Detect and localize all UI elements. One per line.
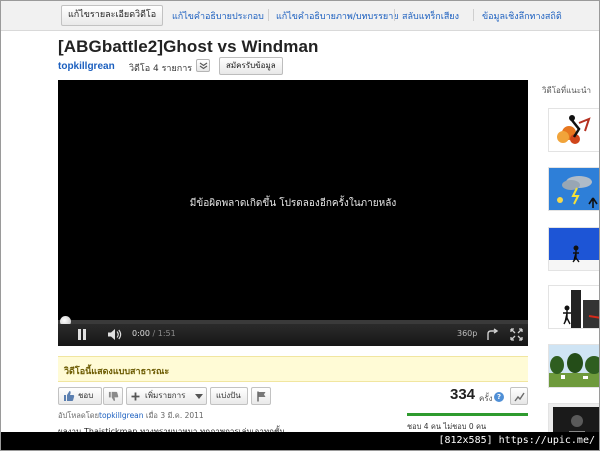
storm-scene-image (549, 168, 599, 210)
related-video-thumbnail[interactable] (548, 344, 599, 388)
related-video-thumbnail[interactable] (548, 285, 599, 329)
uploaded-by-prefix: อัปโหลดโดย (58, 411, 99, 420)
edit-captions-link[interactable]: แก้ไขคำอธิบายภาพ/บทบรรยาย (276, 9, 399, 23)
thumbs-up-icon (64, 391, 75, 401)
pause-icon[interactable] (76, 328, 88, 341)
view-count: 334 (450, 386, 476, 403)
toolbar-divider (268, 9, 269, 21)
recommended-heading: วิดีโอที่แนะนำ (542, 86, 591, 95)
share-button[interactable]: แบ่งปัน (210, 387, 248, 405)
stats-button[interactable] (510, 387, 528, 405)
view-unit: ครั้ง (479, 394, 493, 403)
related-video-thumbnail[interactable] (548, 167, 599, 211)
expand-videos-button[interactable] (196, 59, 210, 72)
thumbs-down-icon (108, 391, 119, 402)
chevron-down-icon (199, 62, 208, 70)
image-host-text: [812x585] https://upic.me/ (438, 435, 595, 446)
plus-icon (131, 392, 140, 401)
upload-info: อัปโหลดโดยtopkillgrean เมื่อ 3 มี.ค. 201… (58, 410, 204, 422)
insight-link[interactable]: ข้อมูลเชิงลึกทางสถิติ (482, 9, 562, 23)
fire-scene-image (549, 109, 599, 151)
flag-button[interactable] (251, 387, 271, 405)
add-to-label: เพิ่มรายการ (145, 391, 186, 400)
player-error-message: มีข้อผิดพลาดเกิดขึ้น โปรดลองอีกครั้งในภา… (189, 198, 397, 209)
add-to-button[interactable]: เพิ่มรายการ (126, 387, 207, 405)
stickman-blue-image (549, 228, 599, 270)
time-display: 0:00 / 1:51 (132, 329, 176, 338)
uploader-link[interactable]: topkillgrean (99, 411, 144, 420)
stickman-fight-image (549, 286, 599, 328)
like-button[interactable]: ชอบ (58, 387, 102, 405)
duration: / 1:51 (152, 329, 176, 338)
channel-link[interactable]: topkillgrean (58, 61, 115, 72)
toolbar-divider (394, 9, 395, 21)
audio-swap-link[interactable]: สลับแทร็กเสียง (402, 9, 459, 23)
current-time: 0:00 (132, 329, 150, 338)
share-label: แบ่งปัน (216, 391, 241, 400)
page-frame: แก้ไขรายละเอียดวิดีโอ แก้ไขคำอธิบายประกอ… (0, 0, 600, 451)
like-ratio-bar (407, 413, 528, 416)
visibility-banner: วิดีโอนี้แสดงแบบสาธารณะ (58, 356, 528, 382)
stats-chart-icon (514, 392, 525, 402)
video-title: [ABGbattle2]Ghost vs Windman (58, 37, 319, 56)
edit-annotations-link[interactable]: แก้ไขคำอธิบายประกอบ (172, 9, 264, 23)
flag-icon (257, 391, 266, 402)
like-label: ชอบ (78, 391, 94, 400)
fullscreen-icon[interactable] (510, 328, 523, 341)
popout-icon[interactable] (486, 328, 499, 341)
dropdown-arrow-icon (195, 394, 203, 399)
player-controls: 0:00 / 1:51 360p (58, 324, 528, 346)
related-video-thumbnail[interactable] (548, 108, 599, 152)
owner-toolbar: แก้ไขรายละเอียดวิดีโอ แก้ไขคำอธิบายประกอ… (1, 1, 599, 31)
image-host-footer: [812x585] https://upic.me/ (1, 432, 599, 450)
quality-selector[interactable]: 360p (457, 329, 477, 338)
visibility-text: วิดีโอนี้แสดงแบบสาธารณะ (64, 367, 170, 377)
landscape-scene-image (549, 345, 599, 387)
related-video-thumbnail[interactable] (548, 227, 599, 271)
upload-date: เมื่อ 3 มี.ค. 2011 (145, 411, 204, 420)
dislike-button[interactable] (103, 387, 123, 405)
subscribe-button[interactable]: สมัครรับข้อมูล (219, 57, 283, 75)
video-player[interactable]: มีข้อผิดพลาดเกิดขึ้น โปรดลองอีกครั้งในภา… (58, 80, 528, 346)
toolbar-divider (473, 9, 474, 21)
video-count: วิดีโอ 4 รายการ (129, 64, 193, 74)
help-icon[interactable]: ? (494, 392, 504, 402)
volume-icon[interactable] (107, 328, 123, 341)
edit-video-details-button[interactable]: แก้ไขรายละเอียดวิดีโอ (61, 5, 164, 26)
